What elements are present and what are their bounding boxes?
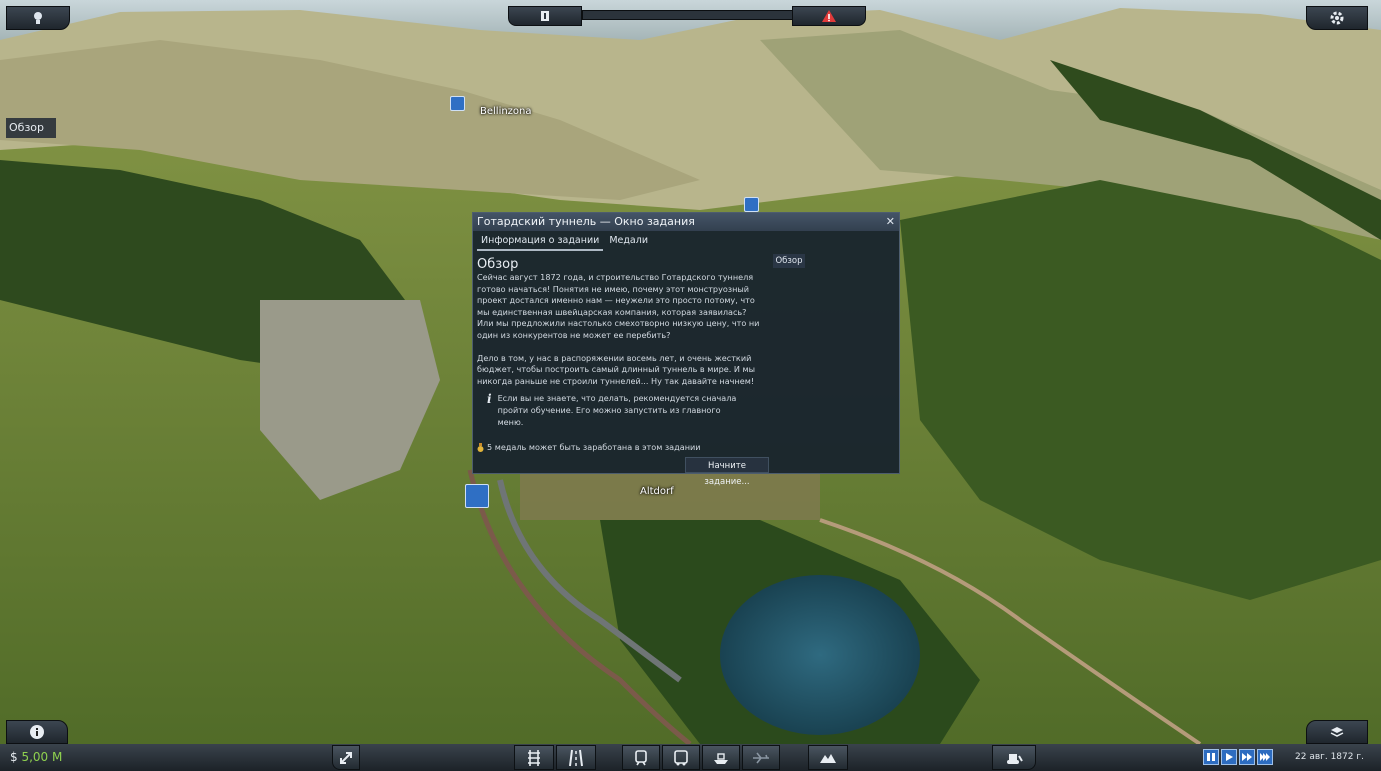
speed-controls	[1203, 749, 1273, 765]
info-icon	[541, 11, 549, 21]
game-date: 22 авг. 1872 г.	[1295, 752, 1364, 762]
terrain-tool-button[interactable]	[808, 745, 848, 770]
bus-vehicle-button[interactable]	[662, 745, 700, 770]
window-titlebar[interactable]: Готардский туннель — Окно задания ✕	[473, 213, 899, 231]
play-icon	[1226, 753, 1233, 761]
section-heading: Обзор	[477, 257, 519, 272]
mission-description: Сейчас август 1872 года, и строительство…	[477, 272, 760, 340]
pause-icon	[1207, 753, 1215, 761]
collapse-button[interactable]	[332, 745, 360, 770]
warning-icon	[822, 10, 836, 22]
ship-vehicle-button[interactable]	[702, 745, 740, 770]
rail-track-icon	[528, 749, 540, 766]
fast-forward-button[interactable]	[1239, 749, 1255, 765]
window-title: Готардский туннель — Окно задания	[477, 215, 695, 228]
road-icon	[569, 749, 583, 766]
lightbulb-button[interactable]	[6, 6, 70, 30]
station-icon[interactable]	[465, 484, 489, 508]
plane-vehicle-button[interactable]	[742, 745, 780, 770]
town-label-altdorf[interactable]: Altdorf	[640, 486, 674, 497]
info-icon	[30, 725, 44, 739]
train-icon	[635, 749, 647, 765]
money-display: $ 5,00 M	[10, 750, 62, 764]
tab-medals[interactable]: Медали	[605, 233, 652, 251]
tab-mission-info[interactable]: Информация о задании	[477, 233, 604, 251]
start-mission-button[interactable]: Начните задание...	[685, 457, 769, 487]
road-tool-button[interactable]	[556, 745, 596, 770]
ship-icon	[714, 752, 728, 764]
info-button[interactable]	[6, 720, 68, 744]
top-center-panel	[508, 6, 866, 26]
plane-icon	[753, 752, 769, 763]
station-icon[interactable]	[450, 96, 465, 111]
lightbulb-icon	[34, 12, 42, 24]
currency-symbol: $	[10, 750, 18, 764]
warning-button[interactable]	[792, 6, 866, 26]
hint-text: Если вы не знаете, что делать, рекоменду…	[497, 393, 737, 427]
bulldozer-tool-button[interactable]	[992, 745, 1036, 770]
pause-button[interactable]	[1203, 749, 1219, 765]
overview-button[interactable]: Обзор	[773, 254, 805, 268]
status-bar	[582, 10, 796, 20]
terrain-icon	[820, 753, 836, 763]
medal-icon	[477, 442, 484, 452]
mission-window: Готардский туннель — Окно задания ✕ Инфо…	[472, 212, 900, 487]
layers-button[interactable]	[1306, 720, 1368, 744]
station-icon[interactable]	[744, 197, 759, 212]
bulldozer-icon	[1007, 753, 1023, 764]
settings-button[interactable]	[1306, 6, 1368, 30]
bus-icon	[674, 749, 688, 765]
info-icon: i	[487, 392, 492, 407]
medal-text: 5 медаль может быть заработана в этом за…	[487, 442, 701, 453]
fast-forward-icon	[1242, 753, 1252, 761]
town-label-bellinzona[interactable]: Bellinzona	[480, 106, 532, 117]
close-icon[interactable]: ✕	[886, 213, 895, 231]
layers-icon	[1330, 727, 1344, 737]
overview-label[interactable]: Обзор	[6, 118, 56, 138]
gear-icon	[1330, 11, 1344, 25]
money-value: 5,00 M	[21, 750, 63, 764]
train-vehicle-button[interactable]	[622, 745, 660, 770]
mission-description-2: Дело в том, у нас в распоряжении восемь …	[477, 352, 756, 386]
news-button[interactable]	[508, 6, 582, 26]
fastest-icon	[1260, 753, 1270, 761]
rail-tool-button[interactable]	[514, 745, 554, 770]
collapse-icon	[340, 751, 352, 764]
play-button[interactable]	[1221, 749, 1237, 765]
medal-info: 5 медаль может быть заработана в этом за…	[477, 442, 899, 452]
tab-bar: Информация о задании Медали	[473, 233, 899, 251]
tutorial-hint: i Если вы не знаете, что делать, рекомен…	[487, 393, 747, 428]
fastest-button[interactable]	[1257, 749, 1273, 765]
